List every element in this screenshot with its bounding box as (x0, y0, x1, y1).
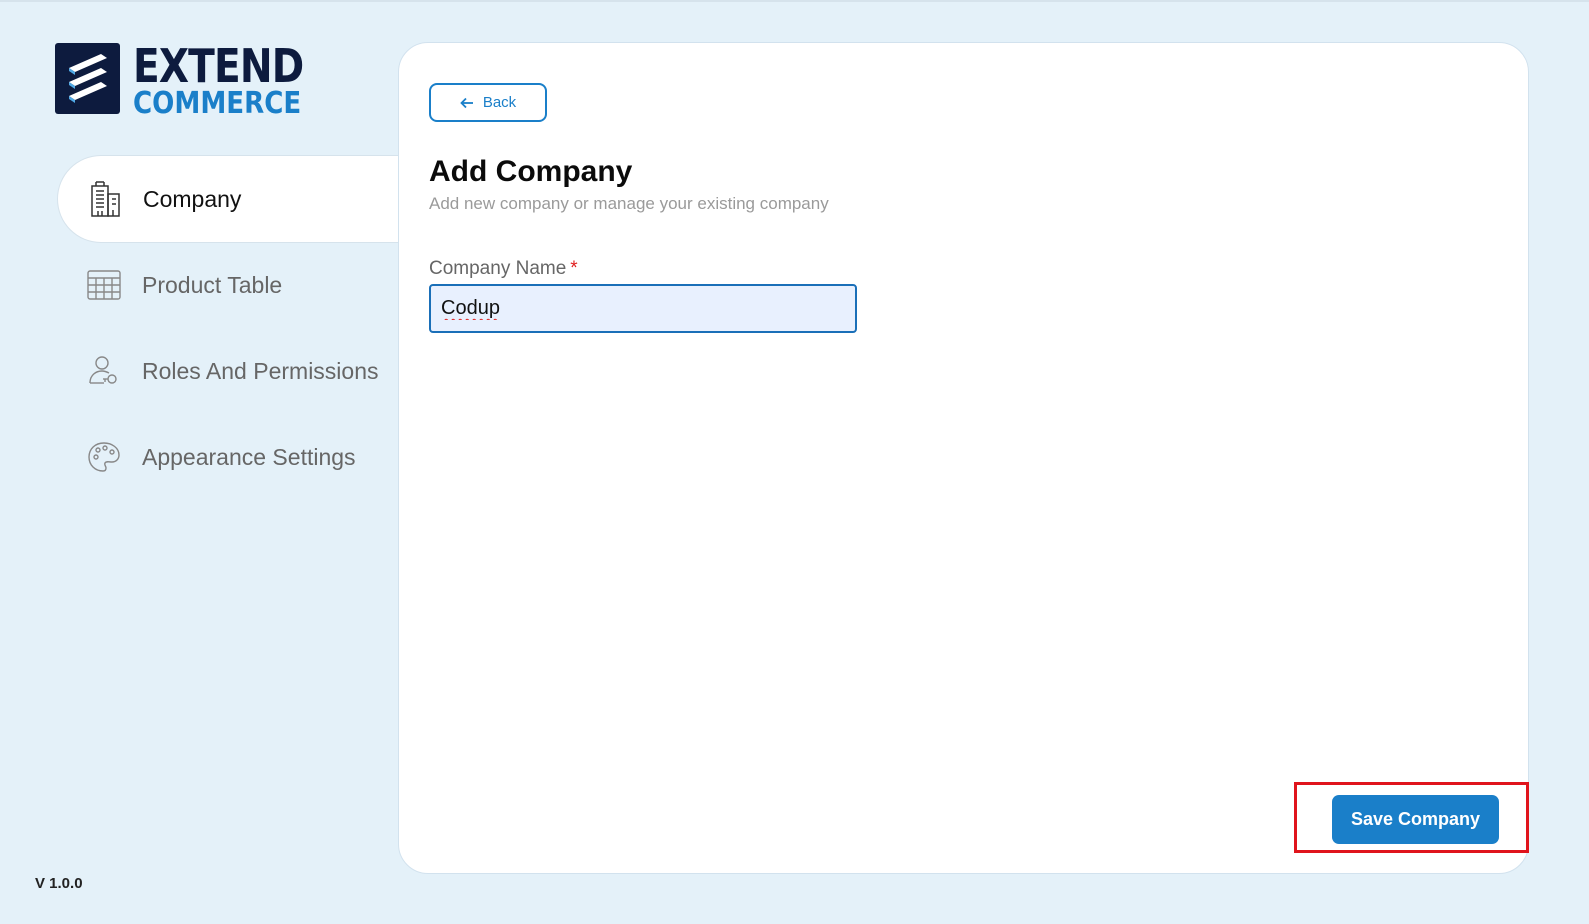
user-key-icon (86, 352, 122, 390)
sidebar-item-label: Company (143, 185, 242, 212)
sidebar-item-company[interactable]: Company (57, 155, 402, 243)
page-subtitle: Add new company or manage your existing … (429, 194, 829, 213)
logo-mark-icon (55, 43, 120, 114)
table-icon (86, 266, 122, 304)
sidebar-item-roles-and-permissions[interactable]: Roles And Permissions (57, 327, 402, 415)
company-name-label: Company Name * (429, 258, 578, 280)
back-button-label: Back (482, 94, 517, 111)
sidebar-item-label: Product Table (142, 271, 283, 298)
arrow-left-icon (460, 97, 474, 109)
company-name-input[interactable] (429, 284, 857, 333)
sidebar-nav: Company Product Table Roles And Permissi… (57, 155, 402, 501)
logo-text-extend: EXTEND (133, 39, 304, 93)
app-version: V 1.0.0 (35, 875, 83, 892)
save-company-button[interactable]: Save Company (1332, 795, 1499, 844)
company-name-label-text: Company Name (429, 258, 567, 279)
page-title: Add Company (429, 155, 633, 188)
sidebar-item-product-table[interactable]: Product Table (57, 241, 402, 329)
palette-icon (86, 438, 122, 476)
brand-logo: EXTEND COMMERCE (55, 43, 333, 119)
main-panel: Back Add Company Add new company or mana… (398, 42, 1529, 874)
sidebar-item-appearance-settings[interactable]: Appearance Settings (57, 413, 402, 501)
sidebar-item-label: Appearance Settings (142, 443, 356, 470)
logo-text-commerce: COMMERCE (133, 86, 302, 121)
back-button[interactable]: Back (429, 83, 547, 122)
sidebar-item-label: Roles And Permissions (142, 357, 379, 384)
required-marker: * (570, 258, 578, 279)
building-icon (87, 180, 123, 218)
